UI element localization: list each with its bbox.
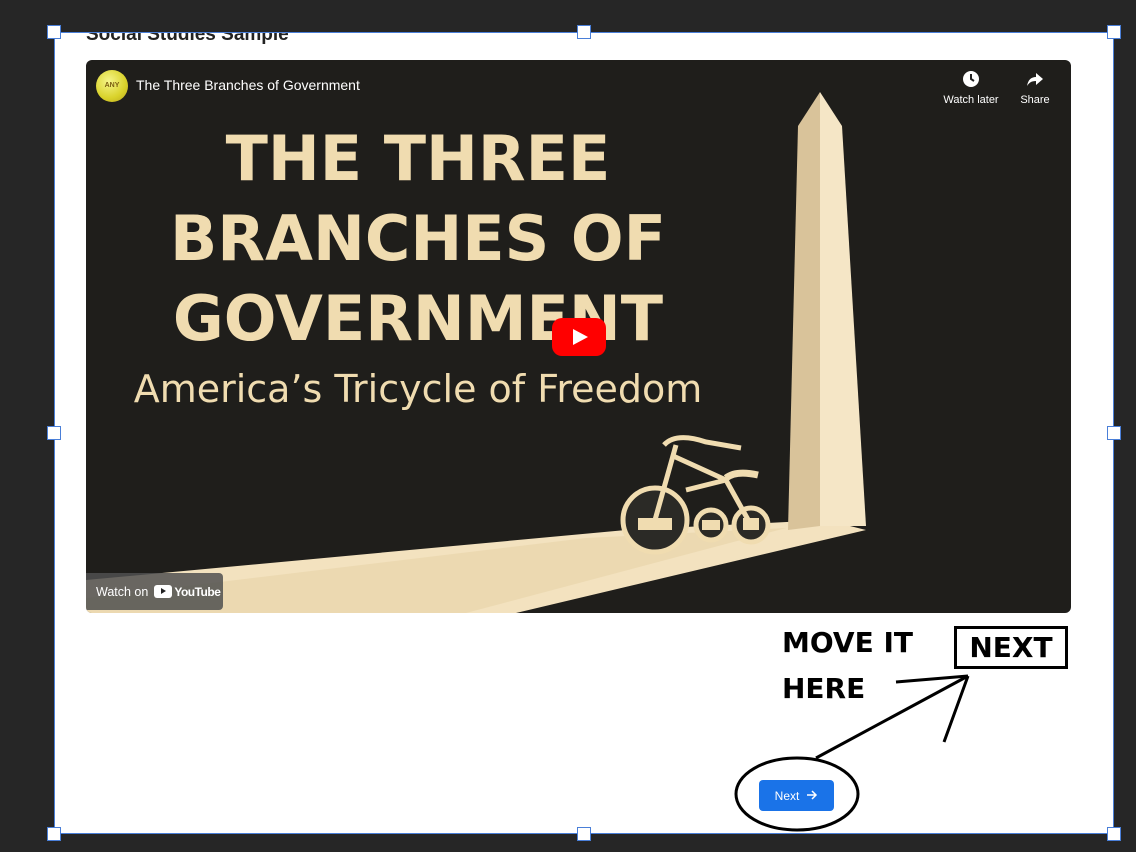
resize-handle-bottom-left[interactable] <box>47 827 61 841</box>
section-title: Social Studies Sample <box>86 32 289 45</box>
share-arrow-icon <box>1000 70 1070 92</box>
resize-handle-top-right[interactable] <box>1107 25 1121 39</box>
annotation-move-it: MOVE IT <box>782 626 913 659</box>
youtube-wordmark: YouTube <box>174 584 221 599</box>
video-title[interactable]: The Three Branches of Government <box>136 77 360 93</box>
watch-on-label: Watch on <box>96 584 149 599</box>
arrow-right-icon <box>807 789 818 803</box>
youtube-play-icon <box>154 585 173 598</box>
next-button-label: Next <box>774 788 800 803</box>
play-button[interactable] <box>552 318 606 356</box>
channel-avatar[interactable]: ANY BALL AHEAD <box>96 70 128 102</box>
content-frame[interactable]: Social Studies Sample THE THREE BRANCHES… <box>54 32 1114 834</box>
resize-handle-right[interactable] <box>1107 426 1121 440</box>
clock-icon <box>936 70 1006 92</box>
resize-handle-top-left[interactable] <box>47 25 61 39</box>
annotation-next-box: NEXT <box>954 626 1068 669</box>
resize-handle-top[interactable] <box>577 25 591 39</box>
thumbnail-subtitle: America’s Tricycle of Freedom <box>134 367 703 411</box>
resize-handle-bottom[interactable] <box>577 827 591 841</box>
share-button[interactable]: Share <box>1000 70 1070 106</box>
thumbnail-heading-line-2: BRANCHES OF <box>170 202 666 275</box>
watch-on-youtube-button[interactable]: Watch on YouTube <box>86 573 223 610</box>
resize-handle-left[interactable] <box>47 426 61 440</box>
annotation-here: HERE <box>782 672 866 705</box>
watch-later-label: Watch later <box>943 94 999 106</box>
resize-handle-bottom-right[interactable] <box>1107 827 1121 841</box>
thumbnail-heading-line-1: THE THREE <box>226 122 611 195</box>
youtube-logo: YouTube <box>154 584 221 599</box>
youtube-embed[interactable]: THE THREE BRANCHES OF GOVERNMENT America… <box>86 60 1071 613</box>
watch-later-button[interactable]: Watch later <box>936 70 1006 106</box>
share-label: Share <box>1020 94 1050 106</box>
next-button[interactable]: Next <box>759 780 834 811</box>
